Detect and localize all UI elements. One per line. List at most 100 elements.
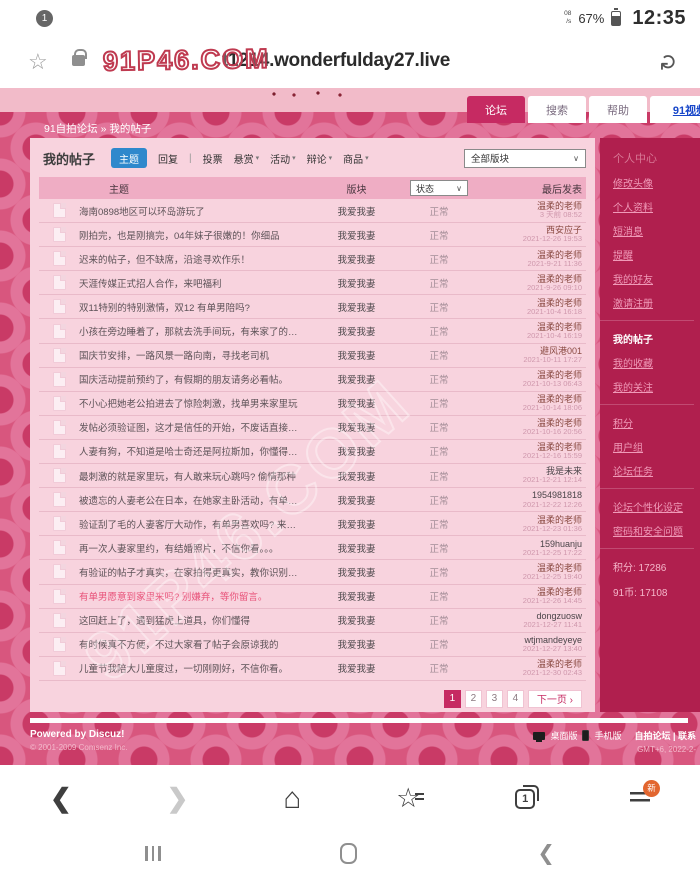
home-icon[interactable]: ⌂ <box>283 784 301 814</box>
page-button-2[interactable]: 2 <box>465 690 482 708</box>
status-filter-select[interactable]: 状态 ∨ <box>410 180 468 196</box>
topic-forum-link[interactable]: 我爱我妻 <box>309 276 404 290</box>
topic-forum-link[interactable]: 我爱我妻 <box>309 469 404 483</box>
desktop-version-icon <box>533 732 545 740</box>
sidebar-item-我的好友[interactable]: 我的好友 <box>613 271 694 286</box>
system-home-icon[interactable] <box>340 843 357 864</box>
filter-tab-label: 投票 <box>203 151 223 166</box>
topic-forum-link[interactable]: 我爱我妻 <box>309 204 404 218</box>
filter-tab-回复[interactable]: 回复 <box>158 151 178 166</box>
page-button-4[interactable]: 4 <box>507 690 524 708</box>
filter-tab-投票[interactable]: 投票 <box>203 151 223 166</box>
topic-title-link[interactable]: 海南0898地区可以环岛游玩了 <box>79 204 309 218</box>
topic-title-link[interactable]: 再一次人妻家里约，有结婚照片，不信你看。。。 <box>79 541 309 555</box>
filter-tab-辩论[interactable]: 辩论▾ <box>307 151 333 166</box>
nav-tab-91视频[interactable]: 91视频 <box>650 96 700 123</box>
topic-title-link[interactable]: 儿童节我陪大儿童度过，一切刚刚好，不信你看。 <box>79 661 309 675</box>
sidebar-item-我的收藏[interactable]: 我的收藏 <box>613 355 694 370</box>
filter-tab-活动[interactable]: 活动▾ <box>270 151 296 166</box>
document-icon <box>53 492 66 507</box>
topic-title-link[interactable]: 验证刮了毛的人妻客厅大动作，有单男喜欢吗? 来来来看 <box>79 517 309 531</box>
sidebar-item-激请注册[interactable]: 激请注册 <box>613 295 694 310</box>
breadcrumb[interactable]: 91自拍论坛 » 我的帖子 <box>44 121 151 136</box>
sidebar-item-修改头像[interactable]: 修改头像 <box>613 175 694 190</box>
topic-forum-link[interactable]: 我爱我妻 <box>309 444 404 458</box>
filter-tab-主题[interactable]: 主题 <box>111 148 147 168</box>
topic-title-link[interactable]: 被遗忘的人妻老公在日本，在她家主卧活动，有单男约吗? <box>79 493 309 507</box>
sidebar-item-用户组[interactable]: 用户组 <box>613 439 694 454</box>
document-icon <box>53 637 66 652</box>
sidebar-item-个人资料[interactable]: 个人资料 <box>613 199 694 214</box>
sidebar-item-密码和安全问题[interactable]: 密码和安全问题 <box>613 523 694 538</box>
lock-icon[interactable] <box>72 55 85 66</box>
sidebar-item-积分[interactable]: 积分 <box>613 415 694 430</box>
sidebar-item-短消息[interactable]: 短消息 <box>613 223 694 238</box>
page-button-1[interactable]: 1 <box>444 690 461 708</box>
topic-title-link[interactable]: 有单男愿意到家里来吗? 别嫌弃，等你留言。 <box>79 589 309 603</box>
topic-title-link[interactable]: 迟来的帖子，但不缺席，沿途寻欢作乐！ <box>79 252 309 266</box>
sidebar-item-我的关注[interactable]: 我的关注 <box>613 379 694 394</box>
footer-divider-bar <box>30 718 688 723</box>
topic-forum-link[interactable]: 我爱我妻 <box>309 589 404 603</box>
topic-lastpost-cell: 温柔的老师2021-10-4 16:18 <box>474 298 586 316</box>
topic-title-link[interactable]: 双11特别的特别激情，双12 有单男陪吗? <box>79 300 309 314</box>
topic-forum-link[interactable]: 我爱我妻 <box>309 252 404 266</box>
forum-filter-select[interactable]: 全部版块 ∨ <box>464 149 586 168</box>
desktop-version-link[interactable]: 桌面版 <box>550 729 577 742</box>
topic-lastpost-cell: 温柔的老师2021-12-26 14:45 <box>474 587 586 605</box>
topic-forum-link[interactable]: 我爱我妻 <box>309 517 404 531</box>
topic-title-link[interactable]: 国庆活动提前预约了，有假期的朋友请务必看帖。 <box>79 372 309 386</box>
topic-title-link[interactable]: 有验证的帖子才真实，在家拍得更真实，教你识别假夫妻。 <box>79 565 309 579</box>
topic-title-link[interactable]: 发帖必须验证图，这才是信任的开始，不废话直接上图 <box>79 420 309 434</box>
topic-forum-link[interactable]: 我爱我妻 <box>309 228 404 242</box>
filter-tab-商品[interactable]: 商品▾ <box>343 151 369 166</box>
sidebar-divider <box>600 548 694 549</box>
lastpost-author-link[interactable]: 1954981818 <box>474 490 582 500</box>
topic-title-link[interactable]: 天涯传媒正式招人合作，来吧福利 <box>79 276 309 290</box>
forward-icon[interactable]: ❯ <box>167 783 189 814</box>
bookmarks-icon[interactable]: ☆ <box>396 783 420 814</box>
topic-title-link[interactable]: 不小心把她老公拍进去了惊险刺激，找单男来家里玩 <box>79 396 309 410</box>
tab-switcher-icon[interactable]: 1 <box>515 789 535 809</box>
sidebar-item-提醒[interactable]: 提醒 <box>613 247 694 262</box>
topic-title-link[interactable]: 国庆节安排，一路风景一路向南，寻找老司机 <box>79 348 309 362</box>
topic-title-link[interactable]: 有时候真不方便，不过大家看了帖子会原谅我的 <box>79 637 309 651</box>
sidebar-divider <box>600 488 694 489</box>
system-back-icon[interactable]: ❮ <box>537 841 555 866</box>
topic-title-link[interactable]: 最刺激的就是家里玩，有人敢来玩心跳吗? 偷情那种 <box>79 469 309 483</box>
filter-tab-悬赏[interactable]: 悬赏▾ <box>234 151 260 166</box>
sidebar-item-论坛任务[interactable]: 论坛任务 <box>613 463 694 478</box>
nav-tab-帮助[interactable]: 帮助 <box>589 96 647 123</box>
topic-forum-link[interactable]: 我爱我妻 <box>309 324 404 338</box>
recents-icon[interactable] <box>145 846 161 861</box>
page-button-3[interactable]: 3 <box>486 690 503 708</box>
nav-tab-论坛[interactable]: 论坛 <box>467 96 525 123</box>
sidebar-item-论坛个性化设定[interactable]: 论坛个性化设定 <box>613 499 694 514</box>
refresh-icon[interactable]: ↻ <box>656 53 682 71</box>
topic-forum-link[interactable]: 我爱我妻 <box>309 541 404 555</box>
topic-forum-link[interactable]: 我爱我妻 <box>309 420 404 434</box>
next-page-button[interactable]: 下一页 › <box>528 690 582 708</box>
topic-title-link[interactable]: 刚拍完，也是刚搞完，04年妹子很嫩的！你细品 <box>79 228 309 242</box>
mobile-version-link[interactable]: 手机版 <box>594 729 621 742</box>
topic-forum-link[interactable]: 我爱我妻 <box>309 565 404 579</box>
topic-forum-link[interactable]: 我爱我妻 <box>309 637 404 651</box>
topic-title-link[interactable]: 小孩在旁边睡着了，那就去洗手间玩，有来家了的叔叔吗? <box>79 324 309 338</box>
topic-title-link[interactable]: 人妻有狗，不知道是哈士奇还是阿拉斯加，你懂得? 必看 <box>79 444 309 458</box>
topic-forum-link[interactable]: 我爱我妻 <box>309 493 404 507</box>
sidebar-item-我的帖子[interactable]: 我的帖子 <box>613 331 694 346</box>
site-name-link[interactable]: 自拍论坛 | 联系 <box>634 729 696 742</box>
back-icon[interactable]: ❮ <box>50 783 72 814</box>
topic-forum-link[interactable]: 我爱我妻 <box>309 661 404 675</box>
lastpost-time: 2021-10-11 17:27 <box>474 356 582 364</box>
topic-forum-link[interactable]: 我爱我妻 <box>309 348 404 362</box>
topic-forum-link[interactable]: 我爱我妻 <box>309 613 404 627</box>
topic-forum-link[interactable]: 我爱我妻 <box>309 396 404 410</box>
nav-tab-搜索[interactable]: 搜索 <box>528 96 586 123</box>
topic-forum-link[interactable]: 我爱我妻 <box>309 300 404 314</box>
bookmark-star-icon[interactable]: ☆ <box>28 49 48 75</box>
powered-by[interactable]: Powered by Discuz! <box>30 729 128 740</box>
topic-title-link[interactable]: 这回赶上了，遇到猛虎上道具，你们懂得 <box>79 613 309 627</box>
menu-icon[interactable]: 新 <box>630 792 650 806</box>
topic-forum-link[interactable]: 我爱我妻 <box>309 372 404 386</box>
